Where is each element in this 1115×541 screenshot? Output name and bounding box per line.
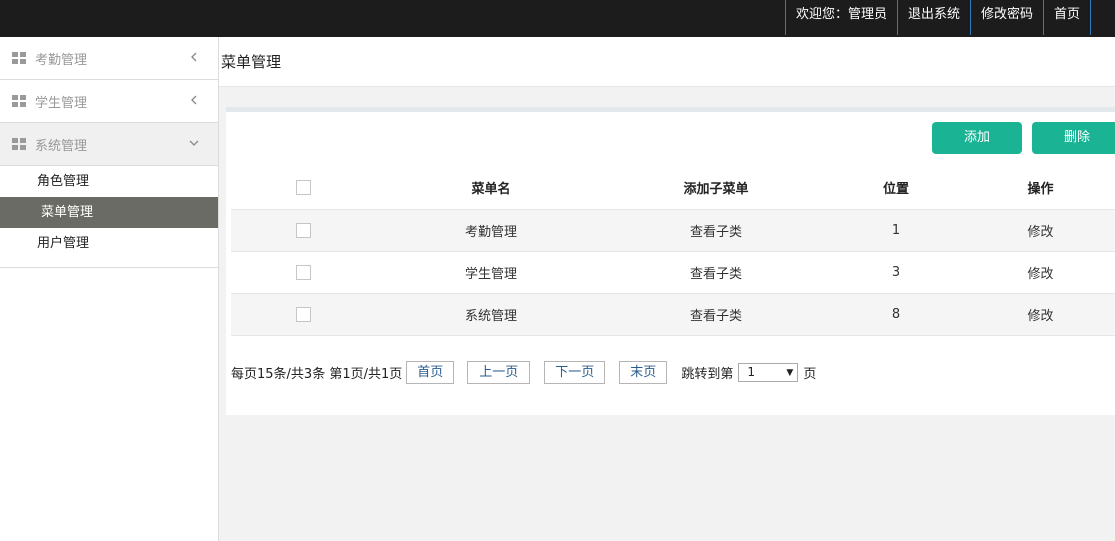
dropdown-arrow-icon: ▼ <box>786 367 794 378</box>
column-header-name: 菜单名 <box>376 167 606 210</box>
page-suffix: 页 <box>803 366 817 382</box>
sidebar-item-roles[interactable]: 角色管理 <box>0 166 218 197</box>
sidebar-group-attendance[interactable]: 考勤管理 <box>0 37 218 80</box>
table-row: 考勤管理 查看子类 1 修改 <box>231 209 1115 252</box>
first-page-button[interactable]: 首页 <box>406 360 455 384</box>
logout-link[interactable]: 退出系统 <box>896 0 970 35</box>
sidebar-group-label: 系统管理 <box>35 138 88 154</box>
sidebar-group-system[interactable]: 系统管理 <box>0 123 218 166</box>
edit-link[interactable]: 修改 <box>966 293 1115 336</box>
grid-icon <box>12 95 26 107</box>
page-jump-value: 1 <box>747 365 755 379</box>
sidebar-group-label: 考勤管理 <box>35 52 88 68</box>
table-header-row: 菜单名 添加子菜单 位置 操作 <box>231 167 1115 210</box>
top-nav: 欢迎您：管理员 退出系统 修改密码 首页 <box>784 0 1091 35</box>
view-children-link[interactable]: 查看子类 <box>606 209 826 252</box>
next-page-button[interactable]: 下一页 <box>544 360 606 384</box>
page-jump-select[interactable]: 1 ▼ <box>738 362 799 382</box>
row-checkbox[interactable] <box>296 264 311 280</box>
row-checkbox[interactable] <box>296 306 311 322</box>
page-title: 菜单管理 <box>221 53 282 71</box>
home-link[interactable]: 首页 <box>1042 0 1091 35</box>
change-password-link[interactable]: 修改密码 <box>969 0 1043 35</box>
welcome-text: 欢迎您：管理员 <box>784 0 897 35</box>
sidebar: 考勤管理 学生管理 系统管理 角色管理 菜单管理 用户管理 <box>0 37 219 541</box>
edit-link[interactable]: 修改 <box>966 251 1115 294</box>
column-header-action: 操作 <box>966 167 1115 210</box>
sidebar-item-users[interactable]: 用户管理 <box>0 228 218 259</box>
column-header-position: 位置 <box>826 167 966 210</box>
table-row: 系统管理 查看子类 8 修改 <box>231 293 1115 336</box>
sidebar-submenu: 角色管理 菜单管理 用户管理 <box>0 166 218 268</box>
cell-position: 3 <box>826 251 966 294</box>
view-children-link[interactable]: 查看子类 <box>606 293 826 336</box>
last-page-button[interactable]: 末页 <box>619 360 668 384</box>
row-checkbox[interactable] <box>296 222 311 238</box>
grid-icon <box>12 52 26 64</box>
view-children-link[interactable]: 查看子类 <box>606 251 826 294</box>
cell-name: 系统管理 <box>376 293 606 336</box>
table-row: 学生管理 查看子类 3 修改 <box>231 251 1115 294</box>
grid-icon <box>12 138 26 150</box>
chevron-left-icon <box>191 95 197 105</box>
page-header: 菜单管理 <box>219 37 1115 87</box>
cell-name: 学生管理 <box>376 251 606 294</box>
edit-link[interactable]: 修改 <box>966 209 1115 252</box>
add-button[interactable]: 添加 <box>932 122 1022 154</box>
select-all-checkbox[interactable] <box>296 180 311 196</box>
delete-button[interactable]: 删除 <box>1032 122 1115 154</box>
sidebar-group-students[interactable]: 学生管理 <box>0 80 218 123</box>
top-bar: 欢迎您：管理员 退出系统 修改密码 首页 <box>0 0 1115 37</box>
pagination: 每页15条/共3条 第1页/共1页 首页 上一页 下一页 末页 跳转到第 1 ▼… <box>231 360 816 384</box>
column-header-submenu: 添加子菜单 <box>606 167 826 210</box>
jump-label: 跳转到第 <box>681 366 734 382</box>
prev-page-button[interactable]: 上一页 <box>467 360 531 384</box>
sidebar-group-label: 学生管理 <box>35 95 88 111</box>
cell-position: 1 <box>826 209 966 252</box>
cell-name: 考勤管理 <box>376 209 606 252</box>
chevron-down-icon <box>189 140 199 146</box>
content-panel: 添加 删除 菜单名 添加子菜单 位置 操作 考勤管理 查看子类 1 修改 学生管… <box>226 107 1115 415</box>
cell-position: 8 <box>826 293 966 336</box>
menu-table: 菜单名 添加子菜单 位置 操作 考勤管理 查看子类 1 修改 学生管理 查看子类… <box>231 167 1115 336</box>
chevron-left-icon <box>191 52 197 62</box>
pagination-summary: 每页15条/共3条 第1页/共1页 <box>231 366 403 382</box>
sidebar-item-menus[interactable]: 菜单管理 <box>0 197 218 228</box>
